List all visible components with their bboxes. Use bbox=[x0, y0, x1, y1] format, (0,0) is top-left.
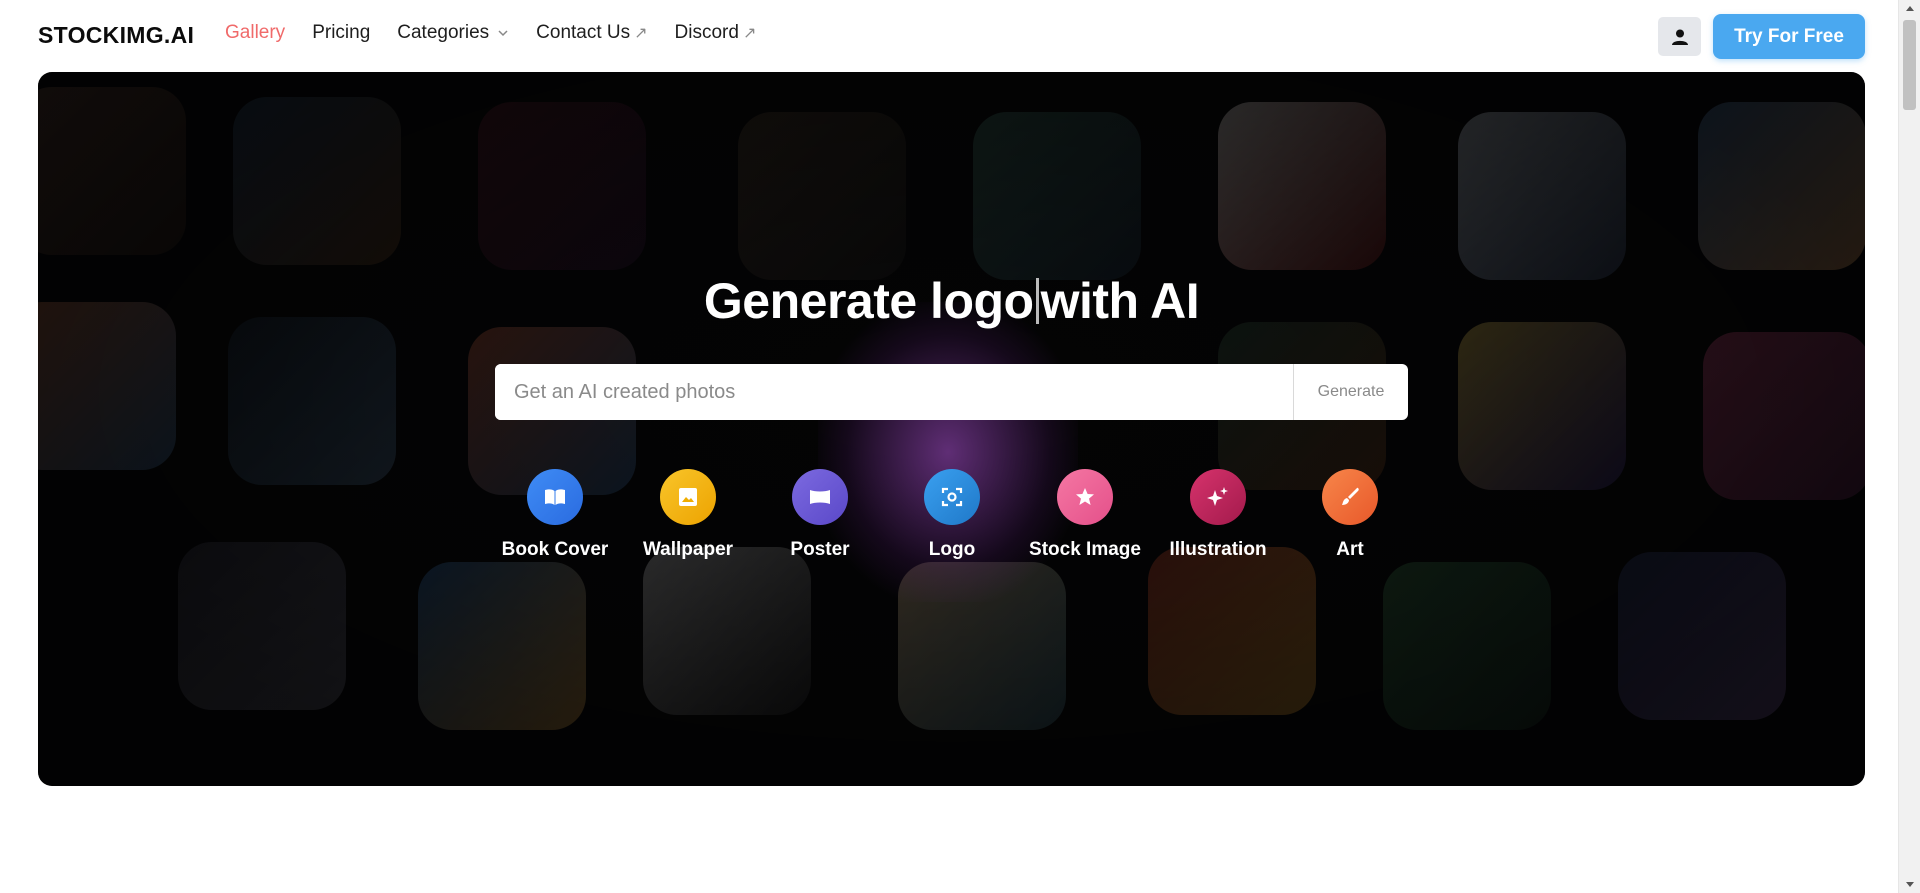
category-label: Illustration bbox=[1169, 539, 1267, 560]
category-label: Art bbox=[1336, 539, 1364, 560]
category-label: Book Cover bbox=[501, 539, 609, 560]
category-wallpaper[interactable]: Wallpaper bbox=[628, 469, 748, 563]
sparkles-icon bbox=[1190, 469, 1246, 525]
poster-icon bbox=[792, 469, 848, 525]
user-account-button[interactable] bbox=[1658, 17, 1701, 56]
hero-title: Generate logo with AI bbox=[38, 272, 1865, 330]
scroll-down-arrow-icon[interactable] bbox=[1906, 882, 1914, 887]
star-icon bbox=[1057, 469, 1113, 525]
category-art[interactable]: Art bbox=[1290, 469, 1410, 563]
nav-item-label: Contact Us bbox=[536, 22, 631, 43]
user-icon bbox=[1671, 29, 1688, 45]
category-label: Poster bbox=[790, 539, 850, 560]
hero-title-prefix: Generate logo bbox=[703, 273, 1034, 329]
brand-logo[interactable]: STOCKIMG.AI bbox=[38, 22, 194, 49]
nav-item-contact-us[interactable]: Contact Us ↗ bbox=[536, 22, 647, 44]
image-icon bbox=[660, 469, 716, 525]
hero-title-suffix: with AI bbox=[1040, 273, 1200, 329]
typing-caret bbox=[1035, 278, 1039, 324]
main-nav: Gallery Pricing Categories Contact Us ↗ … bbox=[225, 22, 783, 44]
nav-item-label: Discord bbox=[674, 22, 739, 43]
nav-item-label: Categories bbox=[397, 22, 490, 43]
nav-item-pricing[interactable]: Pricing bbox=[312, 22, 370, 44]
category-shortcuts: Book Cover Wallpaper Poster Logo Stock I… bbox=[38, 469, 1865, 589]
category-illustration[interactable]: Illustration bbox=[1158, 469, 1278, 563]
top-header: STOCKIMG.AI Gallery Pricing Categories C… bbox=[0, 0, 1898, 72]
prompt-input[interactable] bbox=[495, 364, 1293, 420]
external-link-icon: ↗ bbox=[742, 25, 757, 42]
nav-item-discord[interactable]: Discord ↗ bbox=[675, 22, 757, 44]
scroll-thumb[interactable] bbox=[1903, 20, 1916, 110]
nav-item-gallery[interactable]: Gallery bbox=[225, 22, 285, 44]
try-for-free-button[interactable]: Try For Free bbox=[1713, 14, 1865, 59]
external-link-icon: ↗ bbox=[634, 25, 648, 42]
nav-item-label: Gallery bbox=[225, 22, 286, 43]
category-label: Logo bbox=[928, 539, 976, 560]
category-book-cover[interactable]: Book Cover bbox=[495, 469, 615, 563]
category-stock-image[interactable]: Stock Image bbox=[1025, 469, 1145, 563]
generate-button[interactable]: Generate bbox=[1293, 364, 1408, 420]
category-label: Stock Image bbox=[1029, 539, 1141, 560]
hero-banner: Generate logowith AI Generate Book Cover… bbox=[38, 72, 1865, 786]
nav-item-categories[interactable]: Categories bbox=[397, 22, 509, 44]
focus-icon bbox=[924, 469, 980, 525]
prompt-search-bar: Generate bbox=[495, 364, 1408, 420]
category-poster[interactable]: Poster bbox=[760, 469, 880, 563]
nav-item-label: Pricing bbox=[312, 22, 371, 43]
page-scrollbar[interactable] bbox=[1898, 0, 1920, 893]
book-icon bbox=[527, 469, 583, 525]
scroll-up-arrow-icon[interactable] bbox=[1906, 6, 1914, 11]
chevron-down-icon bbox=[498, 30, 508, 37]
brush-icon bbox=[1322, 469, 1378, 525]
category-label: Wallpaper bbox=[642, 539, 734, 560]
category-logo[interactable]: Logo bbox=[892, 469, 1012, 563]
